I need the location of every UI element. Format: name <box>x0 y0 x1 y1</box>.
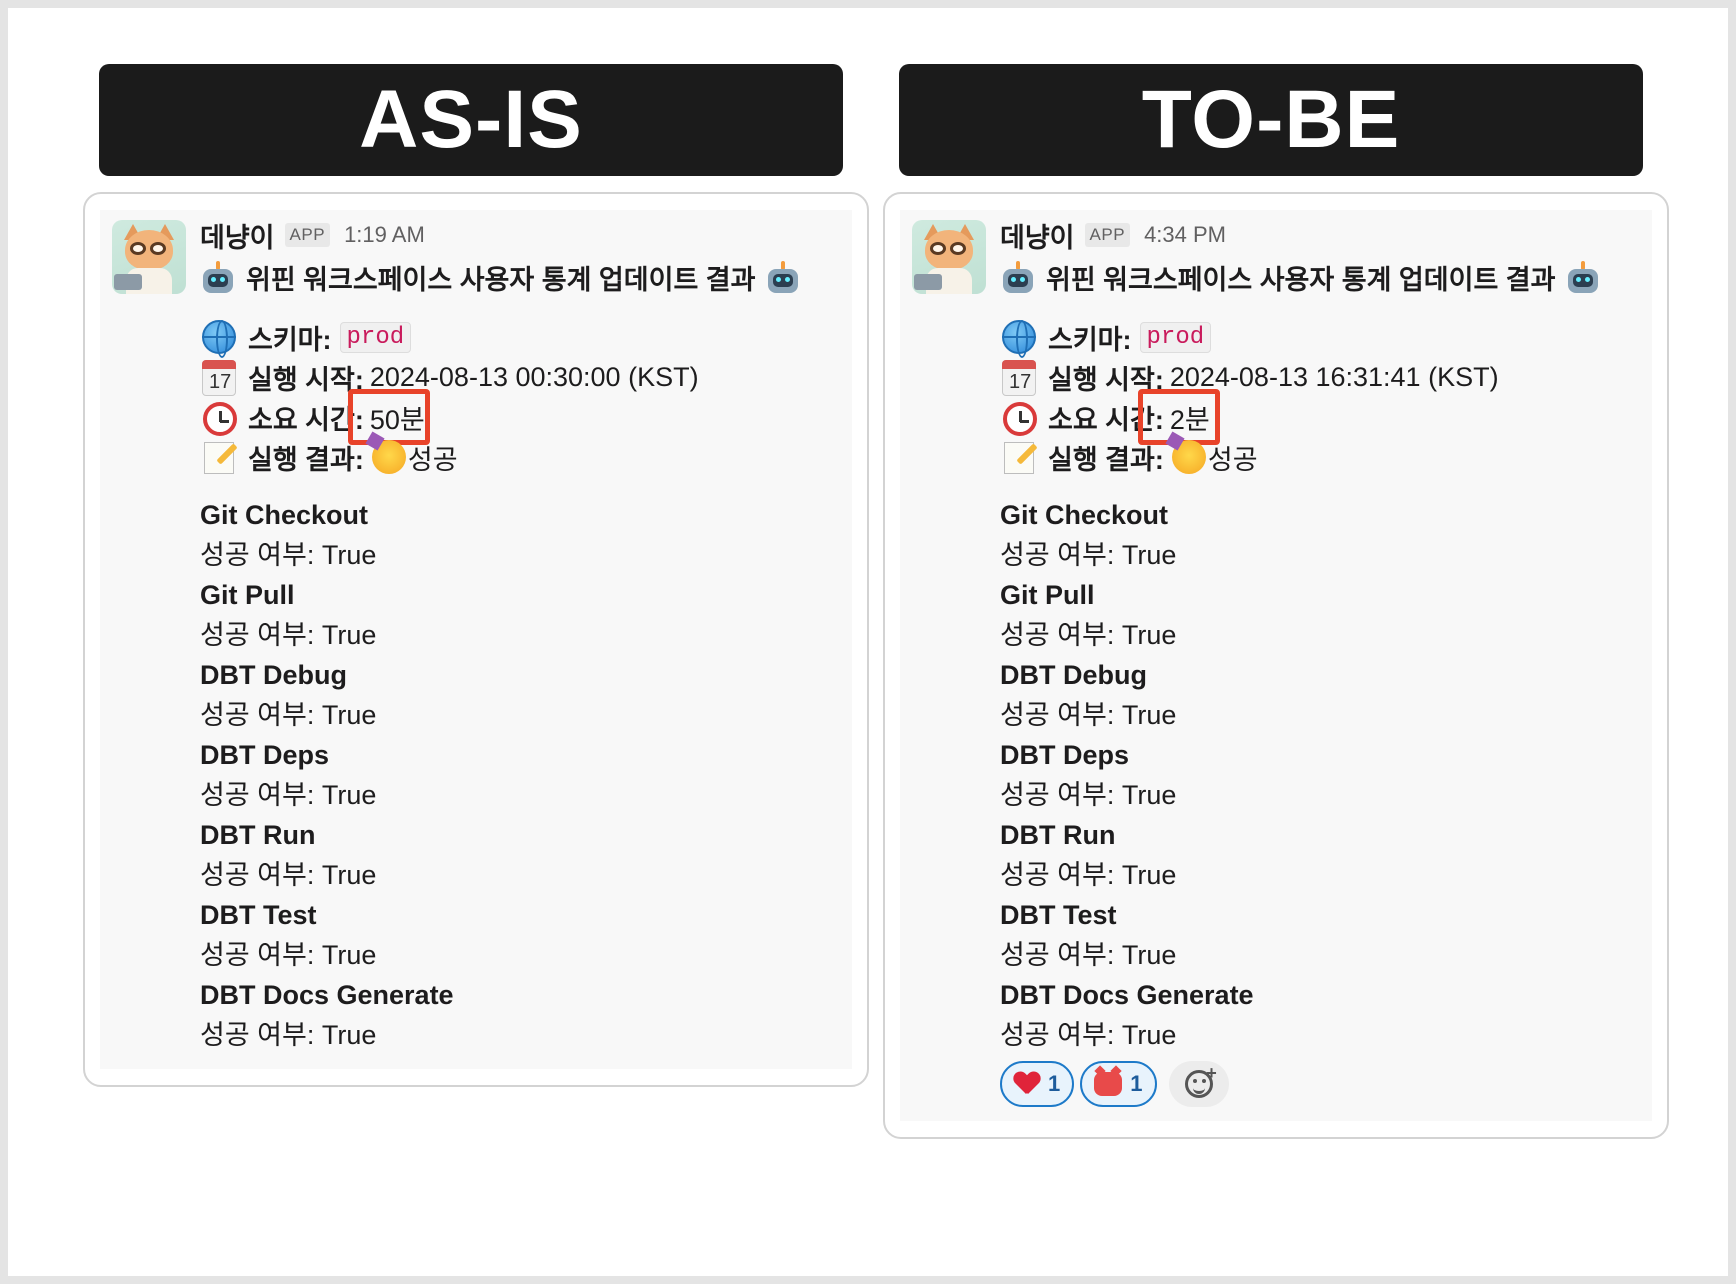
run-info: 스키마: prod 17 실행 시작: 2024-08-13 00:30:00 … <box>200 317 840 477</box>
add-reaction-button[interactable]: + <box>1168 1061 1229 1107</box>
step-list: Git Checkout 성공 여부: True Git Pull 성공 여부:… <box>200 495 840 1055</box>
slack-message: 데냥이 APP 4:34 PM 위핀 워크스페이스 사용자 통계 업데이트 결과… <box>900 210 1652 1121</box>
schema-value: prod <box>339 321 412 353</box>
heart-icon <box>1014 1072 1040 1096</box>
step-name: Git Checkout <box>200 500 369 530</box>
pig-icon <box>1094 1072 1123 1096</box>
alarm-clock-icon <box>1000 398 1040 436</box>
robot-icon <box>200 260 236 295</box>
step-status: 성공 여부: True <box>200 540 377 570</box>
step-status: 성공 여부: True <box>1000 940 1177 970</box>
message-timestamp[interactable]: 4:34 PM <box>1144 222 1226 248</box>
avatar[interactable] <box>112 220 186 294</box>
step-name: DBT Test <box>200 900 317 930</box>
step-status: 성공 여부: True <box>1000 780 1177 810</box>
duration-label: 소요 시간: <box>248 404 364 435</box>
step-name: Git Checkout <box>1000 500 1169 530</box>
start-value: 2024-08-13 00:30:00 (KST) <box>369 361 699 392</box>
slack-message: 데냥이 APP 1:19 AM 위핀 워크스페이스 사용자 통계 업데이트 결과… <box>100 210 852 1069</box>
result-label: 실행 결과: <box>248 444 364 475</box>
as-is-screenshot-frame: 데냥이 APP 1:19 AM 위핀 워크스페이스 사용자 통계 업데이트 결과… <box>83 192 869 1087</box>
step-name: DBT Debug <box>1000 660 1147 690</box>
duration-row: 소요 시간: 2분 <box>1000 389 1640 445</box>
reaction-count: 1 <box>1048 1071 1061 1096</box>
schema-value: prod <box>1139 321 1212 353</box>
schema-label: 스키마: <box>1048 324 1132 355</box>
reaction-heart[interactable]: 1 <box>1000 1061 1075 1107</box>
step-status: 성공 여부: True <box>200 780 377 810</box>
step-name: DBT Docs Generate <box>200 980 454 1010</box>
step-status: 성공 여부: True <box>1000 540 1177 570</box>
step-name: DBT Deps <box>200 740 330 770</box>
schema-row: 스키마: prod <box>1000 317 1640 358</box>
step-status: 성공 여부: True <box>1000 620 1177 650</box>
message-title: 위핀 워크스페이스 사용자 통계 업데이트 결과 <box>200 258 840 297</box>
title-text: 위핀 워크스페이스 사용자 통계 업데이트 결과 <box>246 265 756 295</box>
step-status: 성공 여부: True <box>200 700 377 730</box>
result-row: 실행 결과: 성공 <box>200 437 840 477</box>
app-badge: APP <box>284 223 331 247</box>
step-name: DBT Run <box>1000 820 1116 850</box>
party-face-icon <box>371 440 406 474</box>
title-text: 위핀 워크스페이스 사용자 통계 업데이트 결과 <box>1046 265 1556 295</box>
message-content: 데냥이 APP 1:19 AM 위핀 워크스페이스 사용자 통계 업데이트 결과… <box>200 220 840 1055</box>
step-name: Git Pull <box>200 580 295 610</box>
to-be-column: TO-BE 데냥이 APP 4:34 PM 위핀 워크스페이스 사용자 통계 업… <box>883 64 1669 1139</box>
step-status: 성공 여부: True <box>1000 700 1177 730</box>
start-row: 17 실행 시작: 2024-08-13 16:31:41 (KST) <box>1000 357 1640 397</box>
avatar[interactable] <box>912 220 986 294</box>
step-name: DBT Test <box>1000 900 1117 930</box>
step-status: 성공 여부: True <box>200 620 377 650</box>
sender-name[interactable]: 데냥이 <box>200 216 275 255</box>
result-row: 실행 결과: 성공 <box>1000 437 1640 477</box>
step-name: DBT Run <box>200 820 316 850</box>
to-be-banner: TO-BE <box>899 64 1643 176</box>
reaction-count: 1 <box>1130 1071 1143 1096</box>
message-content: 데냥이 APP 4:34 PM 위핀 워크스페이스 사용자 통계 업데이트 결과… <box>1000 220 1640 1107</box>
app-badge: APP <box>1084 223 1131 247</box>
step-status: 성공 여부: True <box>200 940 377 970</box>
robot-icon <box>1000 260 1036 295</box>
run-info: 스키마: prod 17 실행 시작: 2024-08-13 16:31:41 … <box>1000 317 1640 477</box>
message-title: 위핀 워크스페이스 사용자 통계 업데이트 결과 <box>1000 258 1640 297</box>
sender-name[interactable]: 데냥이 <box>1000 216 1075 255</box>
schema-label: 스키마: <box>248 324 332 355</box>
schema-row: 스키마: prod <box>200 317 840 358</box>
step-status: 성공 여부: True <box>1000 1020 1177 1050</box>
message-header: 데냥이 APP 4:34 PM <box>1000 220 1640 253</box>
step-name: DBT Deps <box>1000 740 1130 770</box>
message-timestamp[interactable]: 1:19 AM <box>344 222 425 248</box>
start-label: 실행 시작: <box>248 364 364 395</box>
step-list: Git Checkout 성공 여부: True Git Pull 성공 여부:… <box>1000 495 1640 1055</box>
result-value: 성공 <box>407 444 458 475</box>
robot-icon <box>765 260 801 295</box>
party-face-icon <box>1171 440 1206 474</box>
memo-icon <box>200 438 240 476</box>
reaction-bar: 1 1 + <box>1000 1061 1640 1107</box>
comparison-canvas: AS-IS 데냥이 APP 1:19 AM 위핀 워크스페이스 사용자 통계 업… <box>8 8 1728 1276</box>
as-is-column: AS-IS 데냥이 APP 1:19 AM 위핀 워크스페이스 사용자 통계 업… <box>83 64 869 1087</box>
step-name: DBT Debug <box>200 660 347 690</box>
robot-icon <box>1565 260 1601 295</box>
globe-icon <box>200 318 240 358</box>
start-value: 2024-08-13 16:31:41 (KST) <box>1169 361 1499 392</box>
message-header: 데냥이 APP 1:19 AM <box>200 220 840 253</box>
reaction-pig[interactable]: 1 <box>1080 1061 1157 1107</box>
to-be-screenshot-frame: 데냥이 APP 4:34 PM 위핀 워크스페이스 사용자 통계 업데이트 결과… <box>883 192 1669 1139</box>
calendar-icon: 17 <box>200 358 240 396</box>
duration-row: 소요 시간: 50분 <box>200 389 840 445</box>
step-name: DBT Docs Generate <box>1000 980 1254 1010</box>
result-value: 성공 <box>1207 444 1258 475</box>
memo-icon <box>1000 438 1040 476</box>
calendar-icon: 17 <box>1000 358 1040 396</box>
globe-icon <box>1000 318 1040 358</box>
result-label: 실행 결과: <box>1048 444 1164 475</box>
alarm-clock-icon <box>200 398 240 436</box>
step-status: 성공 여부: True <box>200 1020 377 1050</box>
start-row: 17 실행 시작: 2024-08-13 00:30:00 (KST) <box>200 357 840 397</box>
step-name: Git Pull <box>1000 580 1095 610</box>
step-status: 성공 여부: True <box>200 860 377 890</box>
step-status: 성공 여부: True <box>1000 860 1177 890</box>
as-is-banner: AS-IS <box>99 64 843 176</box>
